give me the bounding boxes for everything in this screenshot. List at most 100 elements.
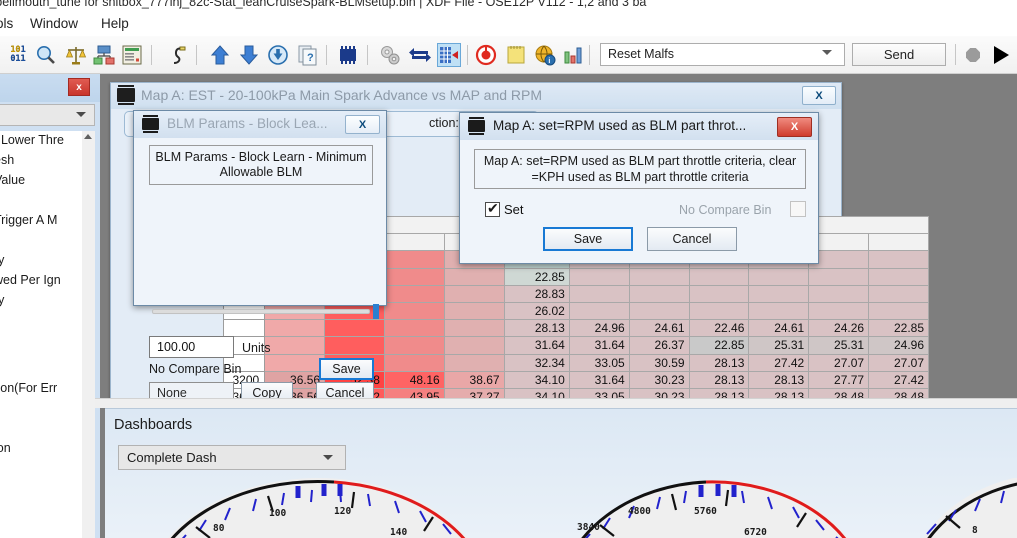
table-cell[interactable]: 27.42: [748, 353, 810, 372]
list-item[interactable]: wed Per Ign: [0, 273, 61, 287]
rpm-no-compare-bin-checkbox[interactable]: [790, 201, 806, 217]
list-item[interactable]: esh: [0, 153, 14, 167]
blm-slider-track[interactable]: [152, 309, 370, 314]
table-cell[interactable]: 24.61: [628, 319, 690, 338]
document-help-icon[interactable]: ?: [296, 43, 320, 67]
table-cell[interactable]: 27.77: [808, 370, 870, 389]
upload-arrow-up-icon[interactable]: [208, 43, 232, 67]
table-cell[interactable]: 30.23: [628, 370, 690, 389]
bar-chart-icon[interactable]: [561, 43, 585, 67]
chip-icon[interactable]: [336, 43, 360, 67]
table-cell[interactable]: 34.10: [503, 370, 570, 389]
command-combo[interactable]: Reset Malfs: [600, 43, 845, 66]
stop-record-icon[interactable]: [474, 43, 498, 67]
download-circle-icon[interactable]: [266, 43, 290, 67]
third-gauge[interactable]: 8: [894, 478, 1017, 538]
menu-item-tools[interactable]: ols: [0, 15, 17, 32]
globe-info-icon[interactable]: i: [533, 43, 557, 67]
download-arrow-down-icon[interactable]: [237, 43, 261, 67]
chevron-down-icon[interactable]: [822, 50, 832, 55]
speed-gauge[interactable]: 80 100 120 140: [138, 478, 498, 538]
map-window-titlebar[interactable]: Map A: EST - 20-100kPa Main Spark Advanc…: [111, 83, 841, 109]
table-cell[interactable]: 24.96: [868, 336, 929, 355]
table-cell[interactable]: 28.13: [503, 319, 570, 338]
table-cell[interactable]: 25.31: [808, 336, 870, 355]
table-cell[interactable]: 38.67: [443, 370, 505, 389]
network-nodes-icon[interactable]: [92, 43, 116, 67]
table-cell[interactable]: 31.64: [568, 336, 630, 355]
list-item[interactable]: t Lower Thre: [0, 133, 64, 147]
send-button[interactable]: Send: [852, 43, 946, 66]
table-cell[interactable]: 22.85: [503, 267, 570, 286]
table-cell[interactable]: 22.85: [688, 336, 750, 355]
blm-dialog-title: BLM Params - Block Lea...: [167, 116, 328, 131]
dashboard-select[interactable]: Complete Dash: [118, 445, 346, 470]
table-cell[interactable]: 28.13: [688, 370, 750, 389]
table-cell[interactable]: 32.34: [503, 353, 570, 372]
table-row[interactable]: 31.64 31.64 26.37 22.85 25.31 25.31 24.9…: [223, 336, 929, 355]
list-item[interactable]: tion(For Err: [0, 381, 57, 395]
table-export-icon[interactable]: [437, 43, 461, 67]
close-icon[interactable]: X: [802, 86, 836, 105]
left-panel-scrollbar[interactable]: [82, 131, 95, 538]
blm-value-input[interactable]: 100.00: [149, 336, 234, 358]
list-item[interactable]: Value: [0, 173, 25, 187]
table-cell[interactable]: 26.37: [628, 336, 690, 355]
table-cell[interactable]: 31.64: [503, 336, 570, 355]
list-item[interactable]: ry: [0, 253, 4, 267]
compare-scales-icon[interactable]: [64, 43, 88, 67]
gears-icon[interactable]: [378, 43, 402, 67]
table-cell[interactable]: 30.59: [628, 353, 690, 372]
table-cell[interactable]: 26.02: [503, 301, 570, 321]
table-cell[interactable]: 27.07: [808, 353, 870, 372]
table-cell[interactable]: 22.85: [868, 319, 929, 338]
blm-slider-thumb[interactable]: [373, 304, 379, 319]
table-cell[interactable]: 31.64: [568, 370, 630, 389]
binary-101-icon[interactable]: 101 011: [6, 43, 30, 67]
table-cell[interactable]: 24.96: [568, 319, 630, 338]
table-cell[interactable]: 27.07: [868, 353, 929, 372]
plug-cable-icon[interactable]: [165, 43, 189, 67]
rpm-save-button[interactable]: Save: [543, 227, 633, 251]
rpm-gauge[interactable]: 3840 4800 5760 6720: [556, 478, 876, 538]
search-icon[interactable]: [34, 43, 58, 67]
workspace-hscrollbar[interactable]: [95, 398, 1017, 408]
chevron-down-icon[interactable]: [323, 455, 333, 460]
menu-item-help[interactable]: Help: [97, 15, 133, 32]
spreadsheet-icon[interactable]: [120, 43, 144, 67]
toolbar-separator: [326, 45, 327, 65]
table-cell[interactable]: 27.42: [868, 370, 929, 389]
chevron-up-icon[interactable]: [84, 134, 92, 139]
table-cell[interactable]: 25.31: [748, 336, 810, 355]
toolbar-separator: [196, 45, 197, 65]
left-panel-list[interactable]: t Lower Thre esh Value Trigger A M ry we…: [0, 131, 82, 538]
chevron-down-icon[interactable]: [76, 112, 86, 117]
menubar: ols Window Help: [0, 11, 1017, 36]
table-cell[interactable]: 48.16: [383, 370, 445, 389]
close-icon[interactable]: X: [777, 117, 812, 137]
rpm-dialog-titlebar[interactable]: Map A: set=RPM used as BLM part throt...: [460, 113, 818, 140]
list-item[interactable]: ry: [0, 293, 4, 307]
toolbar-separator: [367, 45, 368, 65]
table-cell[interactable]: 22.46: [688, 319, 750, 338]
rpm-cancel-button[interactable]: Cancel: [647, 227, 737, 251]
table-cell[interactable]: 24.61: [748, 319, 810, 338]
table-row[interactable]: 28.13 24.96 24.61 22.46 24.61 24.26 22.8…: [223, 319, 929, 338]
table-cell[interactable]: 28.13: [748, 370, 810, 389]
table-cell[interactable]: 24.26: [808, 319, 870, 338]
table-cell[interactable]: 28.13: [688, 353, 750, 372]
chip-icon: [117, 85, 135, 105]
dashboards-title: Dashboards: [114, 417, 193, 433]
play-triangle-icon[interactable]: [994, 46, 1009, 64]
menu-item-window[interactable]: Window: [26, 15, 82, 32]
list-item[interactable]: ion: [0, 441, 11, 455]
list-item[interactable]: Trigger A M: [0, 213, 57, 227]
close-icon[interactable]: x: [68, 78, 90, 96]
close-icon[interactable]: X: [345, 115, 380, 134]
swap-arrows-icon[interactable]: [408, 43, 432, 67]
blm-save-button[interactable]: Save: [319, 358, 374, 380]
table-cell[interactable]: 33.05: [568, 353, 630, 372]
gauge-tick-label: 100: [269, 508, 286, 519]
notepad-icon[interactable]: [504, 43, 528, 67]
table-cell[interactable]: 28.83: [503, 284, 570, 303]
